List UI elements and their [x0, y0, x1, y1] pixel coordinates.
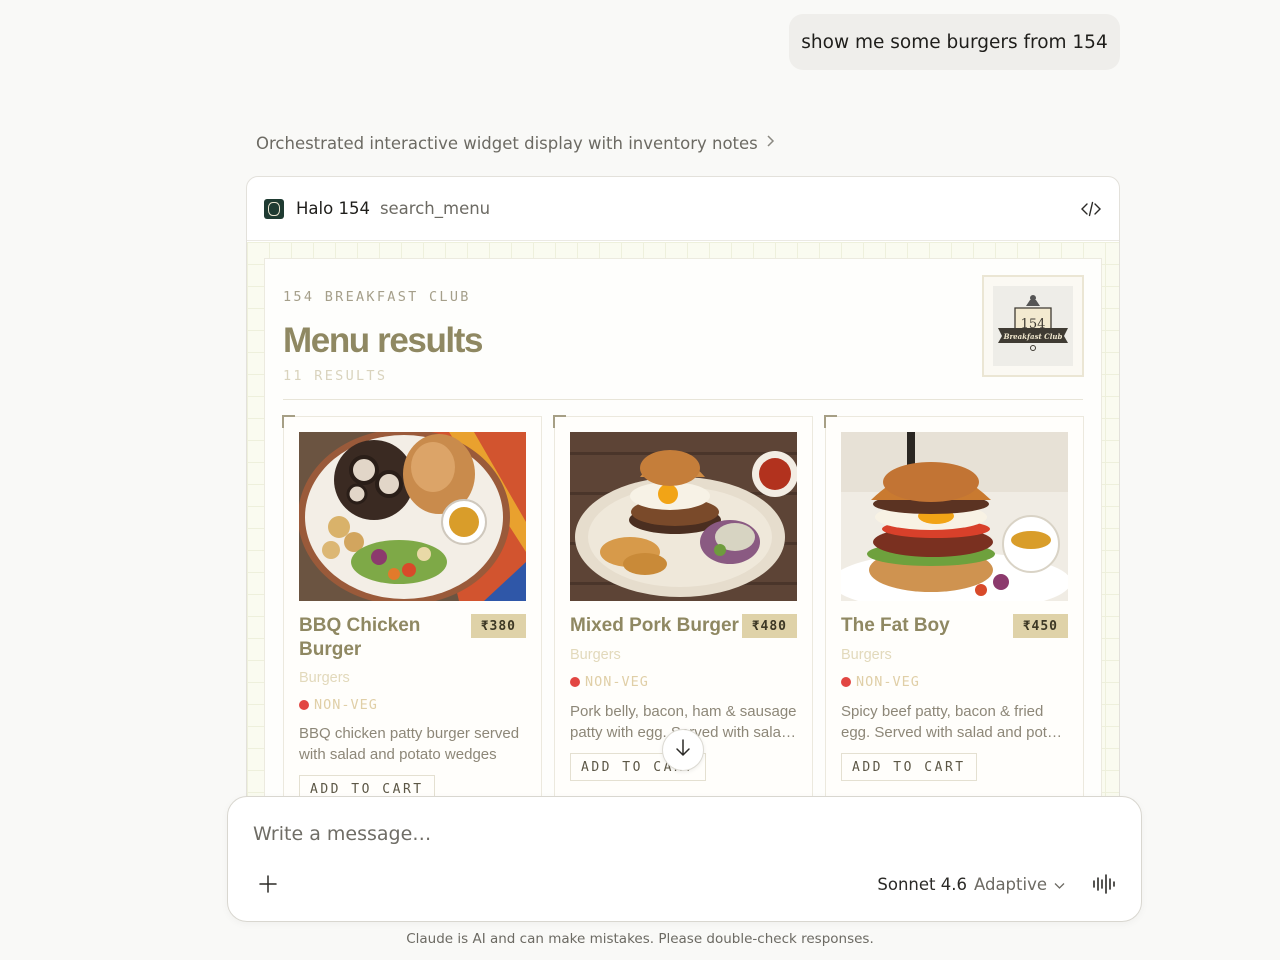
model-mode: Adaptive: [973, 874, 1047, 894]
mixed-pork-burger-image: [570, 432, 797, 601]
item-category: Burgers: [570, 647, 621, 663]
brand-logo-subtitle: Breakfast Club: [1003, 332, 1063, 341]
item-price-badge: ₹380: [470, 614, 526, 638]
widget-header: Halo 154 search_menu: [247, 177, 1119, 241]
scroll-to-bottom-button[interactable]: [662, 729, 704, 771]
header-divider: [283, 399, 1083, 400]
results-count: 11 RESULTS: [283, 368, 388, 384]
non-veg-dot-icon: [841, 677, 851, 687]
tool-widget-card: Halo 154 search_menu 154 BREAKFAST CLUB …: [246, 176, 1120, 816]
message-composer: Sonnet 4.6 Adaptive: [227, 796, 1142, 922]
code-icon[interactable]: [1080, 198, 1102, 220]
halo-logo-icon: [264, 198, 284, 219]
diet-label: NON-VEG: [585, 674, 649, 690]
message-input[interactable]: [253, 823, 1113, 845]
add-to-cart-button[interactable]: ADD TO CART: [841, 753, 977, 781]
non-veg-dot-icon: [299, 700, 309, 710]
club-label: 154 BREAKFAST CLUB: [283, 289, 471, 305]
widget-app-name: Halo 154: [296, 199, 370, 218]
item-name: The Fat Boy: [841, 615, 950, 636]
menu-title: Menu results: [283, 321, 483, 360]
chevron-down-icon: [1054, 875, 1065, 894]
chevron-right-icon: [766, 135, 775, 151]
card-corner-mark: [824, 415, 837, 428]
brand-logo: 154 Breakfast Club: [982, 275, 1084, 377]
item-price-badge: ₹450: [1012, 614, 1068, 638]
diet-indicator: NON-VEG: [841, 674, 920, 690]
diet-label: NON-VEG: [314, 697, 378, 713]
item-description: Spicy beef patty, bacon & fried egg. Ser…: [841, 701, 1069, 743]
card-corner-mark: [282, 415, 295, 428]
bbq-chicken-burger-image: [299, 432, 526, 601]
user-message-bubble: show me some burgers from 154: [789, 14, 1120, 70]
widget-tool-name: search_menu: [379, 199, 491, 218]
item-category: Burgers: [299, 670, 350, 686]
item-category: Burgers: [841, 647, 892, 663]
menu-item-card: The Fat Boy ₹450 Burgers NON-VEG Spicy b…: [824, 415, 1084, 815]
model-selector[interactable]: Sonnet 4.6 Adaptive: [877, 872, 1065, 896]
diet-indicator: NON-VEG: [570, 674, 649, 690]
voice-waveform-icon[interactable]: [1091, 871, 1119, 897]
item-name: BBQ Chicken Burger: [299, 615, 421, 660]
orchestration-note-text: Orchestrated interactive widget display …: [256, 133, 758, 153]
diet-label: NON-VEG: [856, 674, 920, 690]
card-corner-mark: [553, 415, 566, 428]
disclaimer: Claude is AI and can make mistakes. Plea…: [406, 931, 874, 947]
item-description: BBQ chicken patty burger served with sal…: [299, 725, 520, 763]
diet-indicator: NON-VEG: [299, 697, 378, 713]
non-veg-dot-icon: [570, 677, 580, 687]
the-fat-boy-image: [841, 432, 1068, 601]
orchestration-note-toggle[interactable]: Orchestrated interactive widget display …: [256, 131, 775, 155]
model-name: Sonnet 4.6: [877, 874, 967, 894]
item-price-badge: ₹480: [741, 614, 797, 638]
item-name: Mixed Pork Burger: [570, 615, 739, 636]
item-description-text: Spicy beef patty, bacon & fried egg. Ser…: [841, 703, 1068, 741]
menu-item-card: BBQ Chicken Burger ₹380 Burgers NON-VEG …: [282, 415, 542, 815]
user-message-text: show me some burgers from 154: [801, 31, 1108, 53]
arrow-down-icon: [675, 738, 691, 762]
plus-icon[interactable]: [256, 872, 280, 896]
